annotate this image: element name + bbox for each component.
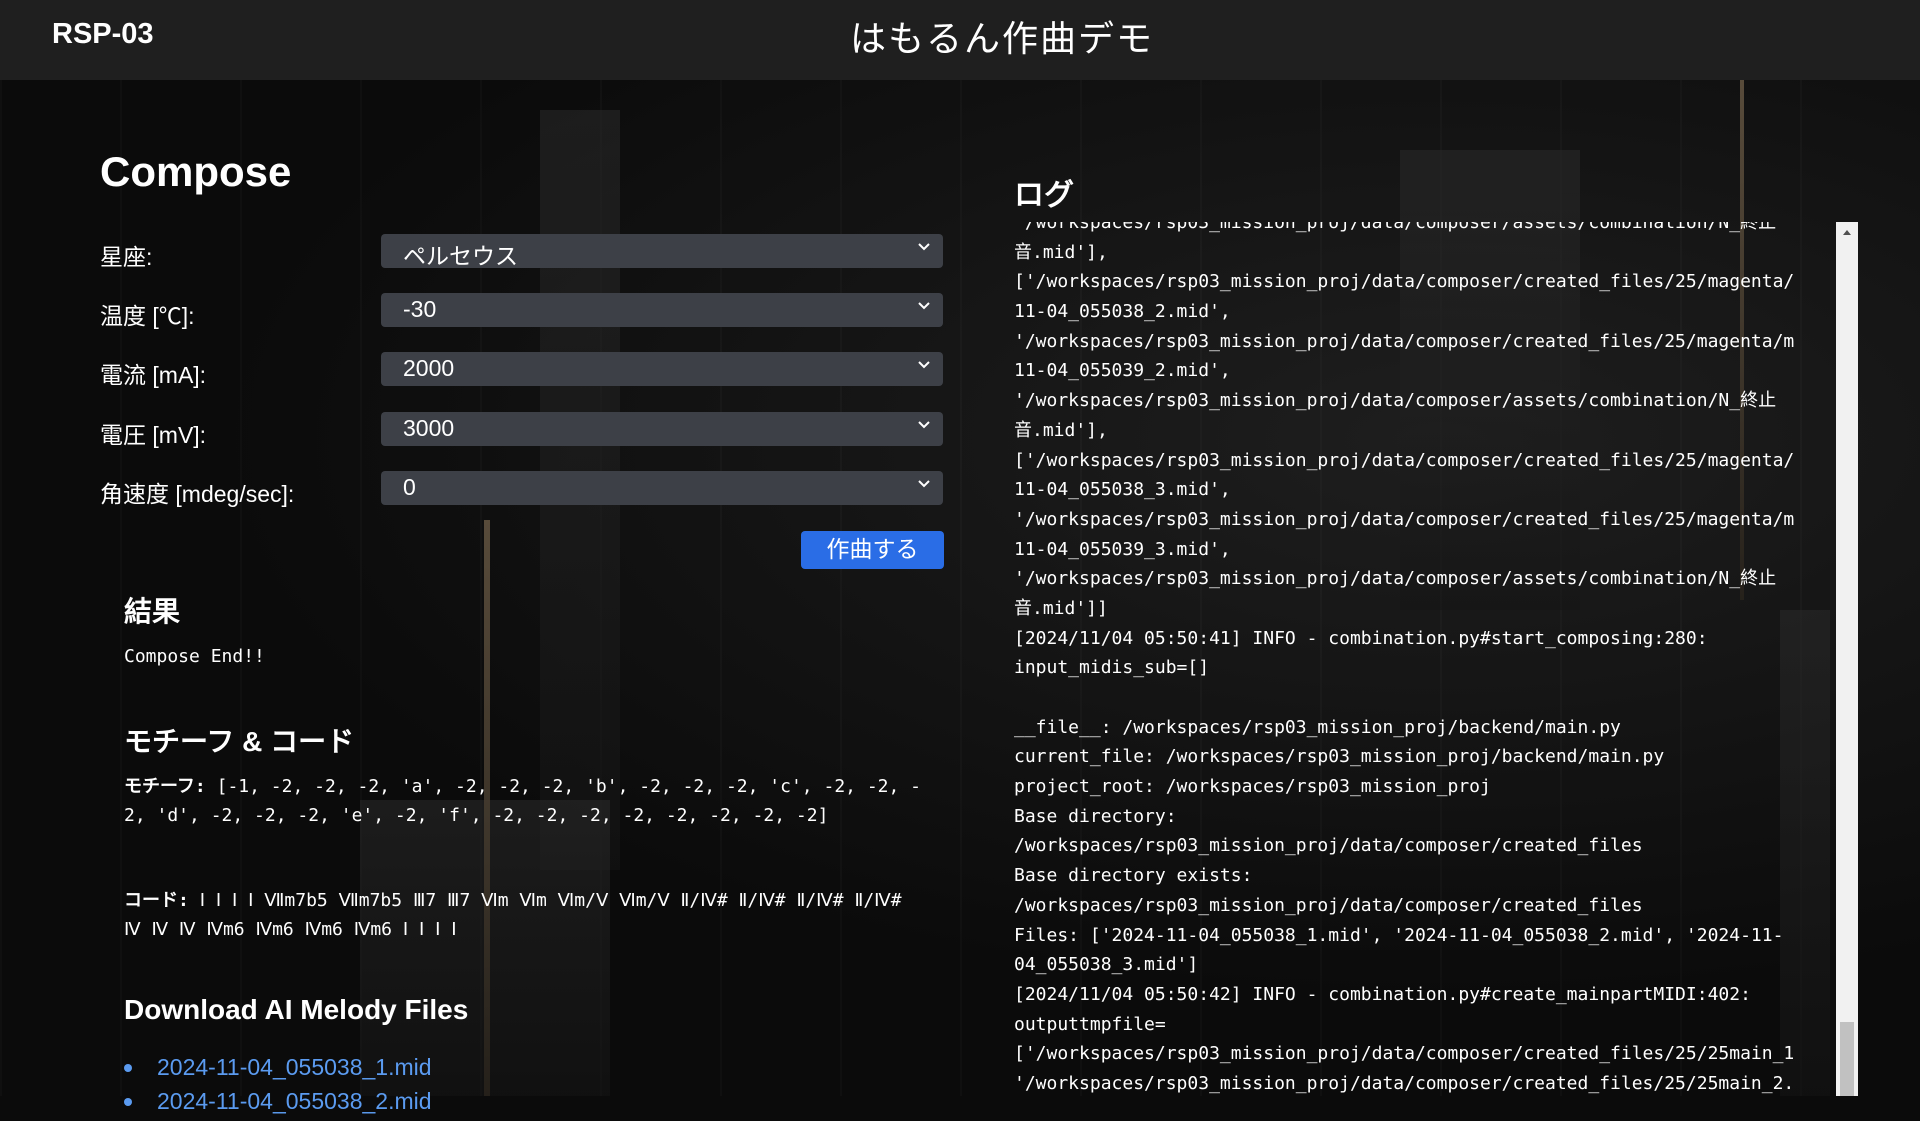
log-line: '/workspaces/rsp03_mission_proj/data/com… [1014,222,1777,233]
log-line: input_midis_sub=[] [1014,657,1210,679]
log-heading: ログ [1014,178,1074,213]
log-line: 音.mid'], [1014,419,1108,441]
log-line: /workspaces/rsp03_mission_proj/data/comp… [1014,894,1643,916]
log-line: '/workspaces/rsp03_mission_proj/data/com… [1014,330,1795,352]
form-row-current: 電流 [mA]: 2000 [100,352,945,388]
download-link[interactable]: 2024-11-04_055038_2.mid [157,1088,432,1114]
motif-label: モチーフ: [124,776,206,797]
log-line: Files: ['2024-11-04_055038_1.mid', '2024… [1014,924,1784,946]
log-line: 04_055038_3.mid'] [1014,954,1199,976]
log-line: ['/workspaces/rsp03_mission_proj/data/co… [1014,271,1795,293]
log-line: '/workspaces/rsp03_mission_proj/data/com… [1014,390,1777,412]
form-row-angular-velocity: 角速度 [mdeg/sec]: 0 [100,471,945,507]
angular-velocity-value: 0 [403,474,416,500]
log-line: 11-04_055039_2.mid', [1014,360,1231,382]
form-row-temperature: 温度 [℃]: -30 [100,293,945,329]
log-line: 11-04_055038_2.mid', [1014,301,1231,323]
code-label: コード: [124,890,189,911]
download-link[interactable]: 2024-11-04_055038_1.mid [157,1054,432,1080]
log-line: current_file: /workspaces/rsp03_mission_… [1014,746,1665,768]
motif-value: [-1, -2, -2, -2, 'a', -2, -2, -2, 'b', -… [124,776,922,826]
log-line: Base directory: [1014,805,1177,827]
log-line: 11-04_055038_3.mid', [1014,479,1231,501]
log-line: project_root: /workspaces/rsp03_mission_… [1014,776,1491,798]
result-text: Compose End!! [124,646,265,667]
constellation-select[interactable]: ペルセウス [381,234,943,269]
log-scrollbar[interactable] [1836,222,1858,1096]
temperature-value: -30 [403,296,437,322]
chevron-down-icon [918,243,930,251]
result-heading: 結果 [124,596,181,627]
code-value: Ⅰ Ⅰ Ⅰ Ⅰ Ⅶm7b5 Ⅶm7b5 Ⅲ7 Ⅲ7 Ⅵm Ⅵm Ⅵm/Ⅴ Ⅵm/… [124,890,913,940]
log-line: ['/workspaces/rsp03_mission_proj/data/co… [1014,1043,1795,1065]
log-line: 11-04_055039_3.mid', [1014,538,1231,560]
bullet-icon [124,1098,132,1106]
log-line: outputtmpfile= [1014,1013,1166,1035]
current-select[interactable]: 2000 [381,352,943,386]
log-line: __file__: /workspaces/rsp03_mission_proj… [1014,716,1621,738]
log-line: ['/workspaces/rsp03_mission_proj/data/co… [1014,449,1795,471]
compose-button[interactable]: 作曲する [801,531,944,569]
voltage-select[interactable]: 3000 [381,412,943,446]
log-line: '/workspaces/rsp03_mission_proj/data/com… [1014,568,1777,590]
angular-velocity-select[interactable]: 0 [381,471,943,505]
log-line: Base directory exists: [1014,865,1253,887]
motif-block: モチーフ: [-1, -2, -2, -2, 'a', -2, -2, -2, … [124,772,924,830]
app-header: RSP-03 はもるん作曲デモ [0,0,1920,80]
chevron-down-icon [918,480,930,488]
temperature-select[interactable]: -30 [381,293,943,327]
app-title: はもるん作曲デモ [849,19,1154,60]
log-line: [2024/11/04 05:50:42] INFO - combination… [1014,983,1751,1005]
log-line: 音.mid'], [1014,241,1108,263]
log-line: [2024/11/04 05:50:41] INFO - combination… [1014,627,1708,649]
list-item: 2024-11-04_055038_2.mid [124,1084,432,1118]
voltage-value: 3000 [403,415,455,441]
bullet-icon [124,1064,132,1072]
constellation-value: ペルセウス [403,243,518,269]
temperature-label: 温度 [℃]: [100,303,195,329]
download-list: 2024-11-04_055038_1.mid 2024-11-04_05503… [124,1050,432,1118]
downloads-heading: Download AI Melody Files [124,994,469,1025]
scroll-up-arrow-icon[interactable] [1836,222,1858,244]
voltage-label: 電圧 [mV]: [100,422,207,448]
log-line: 音.mid']] [1014,597,1108,619]
chevron-down-icon [918,302,930,310]
constellation-label: 星座: [100,244,153,270]
log-line: '/workspaces/rsp03_mission_proj/data/com… [1014,1072,1795,1094]
form-row-voltage: 電圧 [mV]: 3000 [100,412,945,448]
log-line: '/workspaces/rsp03_mission_proj/data/com… [1014,508,1795,530]
angular-velocity-label: 角速度 [mdeg/sec]: [100,481,295,507]
form-row-constellation: 星座: ペルセウス [100,234,945,270]
log-content: '/workspaces/rsp03_mission_proj/data/com… [1014,222,1834,1096]
current-value: 2000 [403,355,455,381]
current-label: 電流 [mA]: [100,362,207,388]
list-item: 2024-11-04_055038_1.mid [124,1050,432,1084]
motif-code-heading: モチーフ & コード [124,726,355,757]
log-panel[interactable]: '/workspaces/rsp03_mission_proj/data/com… [1014,222,1834,1096]
chevron-down-icon [918,421,930,429]
compose-section: Compose 星座: ペルセウス 温度 [℃]: -30 電流 [mA]: 2… [100,80,945,1114]
chevron-down-icon [918,361,930,369]
compose-heading: Compose [100,148,292,195]
scroll-thumb[interactable] [1840,1022,1854,1096]
log-section: ログ '/workspaces/rsp03_mission_proj/data/… [1014,80,1858,1096]
log-line: /workspaces/rsp03_mission_proj/data/comp… [1014,835,1643,857]
code-block: コード: Ⅰ Ⅰ Ⅰ Ⅰ Ⅶm7b5 Ⅶm7b5 Ⅲ7 Ⅲ7 Ⅵm Ⅵm Ⅵm/… [124,886,924,944]
